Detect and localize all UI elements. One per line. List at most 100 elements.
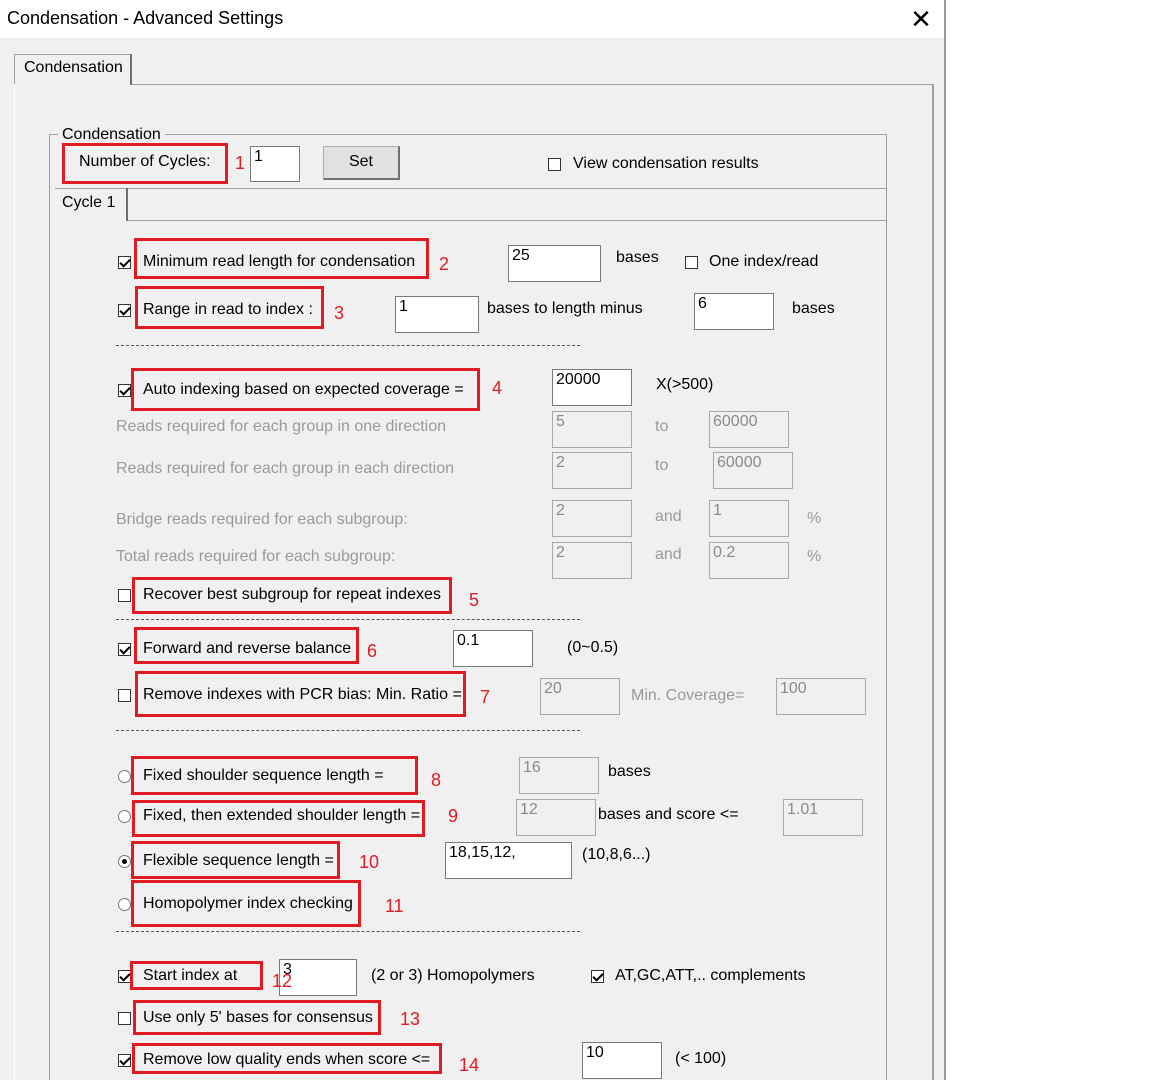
bridge-pct-sign: % — [807, 510, 822, 527]
total-and: and — [655, 546, 682, 563]
annotation-number: 6 — [367, 641, 378, 661]
tab-divider — [14, 84, 934, 85]
each-dir-min-input[interactable]: 2 — [552, 452, 632, 489]
low-quality-hint: (< 100) — [675, 1050, 727, 1067]
balance-checkbox[interactable] — [118, 643, 131, 656]
one-dir-min-input[interactable]: 5 — [552, 411, 632, 448]
set-button[interactable]: Set — [323, 146, 400, 180]
total-label: Total reads required for each subgroup: — [116, 548, 396, 565]
close-icon[interactable]: ✕ — [904, 2, 938, 36]
annotation-number: 4 — [492, 378, 503, 398]
bridge-pct-input[interactable]: 1 — [709, 500, 789, 537]
score-input[interactable]: 1.01 — [783, 799, 863, 836]
recover-checkbox[interactable] — [118, 589, 131, 602]
annotation-box — [132, 800, 425, 837]
fixed-radio[interactable] — [118, 770, 131, 783]
separator — [116, 619, 580, 620]
range-end-input[interactable]: 6 — [694, 293, 774, 330]
annotation-number: 3 — [334, 303, 345, 323]
one-index-checkbox[interactable] — [685, 256, 698, 269]
separator — [116, 345, 580, 346]
pcr-ratio-input[interactable]: 20 — [540, 678, 620, 715]
low-quality-input[interactable]: 10 — [582, 1042, 662, 1079]
annotation-number: 8 — [431, 770, 442, 790]
annotation-box — [135, 286, 324, 329]
each-dir-to: to — [655, 457, 669, 474]
range-checkbox[interactable] — [118, 304, 131, 317]
panel-left-edge — [14, 84, 15, 1080]
one-dir-max-input[interactable]: 60000 — [709, 411, 789, 448]
annotation-number: 12 — [272, 971, 293, 991]
tab-condensation[interactable]: Condensation — [14, 54, 132, 85]
annotation-number: 11 — [385, 896, 404, 916]
min-read-input[interactable]: 25 — [508, 245, 601, 282]
flexible-hint: (10,8,6...) — [582, 846, 651, 863]
five-prime-checkbox[interactable] — [118, 1012, 131, 1025]
annotation-box — [131, 841, 340, 879]
fixed-extended-radio[interactable] — [118, 810, 131, 823]
annotation-box — [131, 368, 480, 411]
auto-index-checkbox[interactable] — [118, 384, 131, 397]
start-index-hint: (2 or 3) Homopolymers — [371, 967, 535, 984]
dialog-window: Condensation - Advanced Settings ✕ Conde… — [0, 0, 946, 1080]
annotation-box — [132, 577, 452, 614]
annotation-box — [131, 756, 418, 795]
annotation-box — [134, 627, 359, 664]
one-dir-to: to — [655, 418, 669, 435]
pcr-coverage-label: Min. Coverage= — [631, 687, 745, 704]
balance-input[interactable]: 0.1 — [453, 630, 533, 667]
total-count-input[interactable]: 2 — [552, 542, 632, 579]
view-results-checkbox[interactable] — [548, 158, 561, 171]
low-quality-checkbox[interactable] — [118, 1054, 131, 1067]
annotation-number: 1 — [235, 153, 246, 173]
tab-cycle-1[interactable]: Cycle 1 — [56, 188, 128, 221]
pcr-coverage-input[interactable]: 100 — [776, 678, 866, 715]
separator — [116, 730, 580, 731]
annotation-box — [130, 961, 263, 990]
bridge-count-input[interactable]: 2 — [552, 500, 632, 537]
view-results-label: View condensation results — [573, 155, 759, 172]
min-read-unit: bases — [616, 249, 659, 266]
fixed-unit: bases — [608, 763, 651, 780]
range-start-input[interactable]: 1 — [395, 296, 479, 333]
pcr-checkbox[interactable] — [118, 689, 131, 702]
each-dir-label: Reads required for each group in each di… — [116, 460, 454, 477]
annotation-box — [133, 1000, 381, 1035]
one-index-label: One index/read — [709, 253, 819, 270]
annotation-box — [62, 143, 228, 184]
title-bar: Condensation - Advanced Settings ✕ — [0, 0, 944, 38]
coverage-input[interactable]: 20000 — [552, 369, 632, 406]
homopolymer-radio[interactable] — [118, 898, 131, 911]
annotation-number: 10 — [359, 852, 380, 872]
fixed-length-input[interactable]: 16 — [519, 757, 599, 794]
complements-checkbox[interactable] — [591, 970, 604, 983]
coverage-unit: X(>500) — [656, 376, 714, 393]
total-pct-input[interactable]: 0.2 — [709, 542, 789, 579]
annotation-number: 9 — [448, 806, 459, 826]
complements-label: AT,GC,ATT,.. complements — [615, 967, 806, 984]
flexible-radio[interactable] — [118, 855, 131, 868]
flexible-input[interactable]: 18,15,12, — [445, 842, 572, 879]
bridge-and: and — [655, 508, 682, 525]
balance-range: (0~0.5) — [567, 639, 619, 656]
annotation-number: 14 — [459, 1055, 480, 1075]
each-dir-max-input[interactable]: 60000 — [713, 452, 793, 489]
window-title: Condensation - Advanced Settings — [7, 8, 284, 28]
annotation-box — [131, 880, 361, 927]
group-label: Condensation — [58, 126, 165, 144]
cycle-tab-label: Cycle 1 — [62, 194, 116, 211]
total-pct-sign: % — [807, 548, 822, 565]
subtab-baseline — [128, 220, 886, 221]
min-read-checkbox[interactable] — [118, 256, 131, 269]
fixed-extended-mid: bases and score <= — [598, 806, 739, 823]
cycles-input[interactable]: 1 — [250, 146, 300, 182]
annotation-number: 7 — [480, 687, 491, 707]
range-mid-text: bases to length minus — [487, 300, 643, 317]
one-dir-label: Reads required for each group in one dir… — [116, 418, 446, 435]
subtab-divider — [55, 188, 887, 189]
annotation-box — [134, 238, 429, 279]
separator — [116, 931, 580, 932]
annotation-box — [132, 1043, 442, 1074]
bridge-label: Bridge reads required for each subgroup: — [116, 511, 408, 528]
fixed-extended-input[interactable]: 12 — [516, 799, 596, 836]
